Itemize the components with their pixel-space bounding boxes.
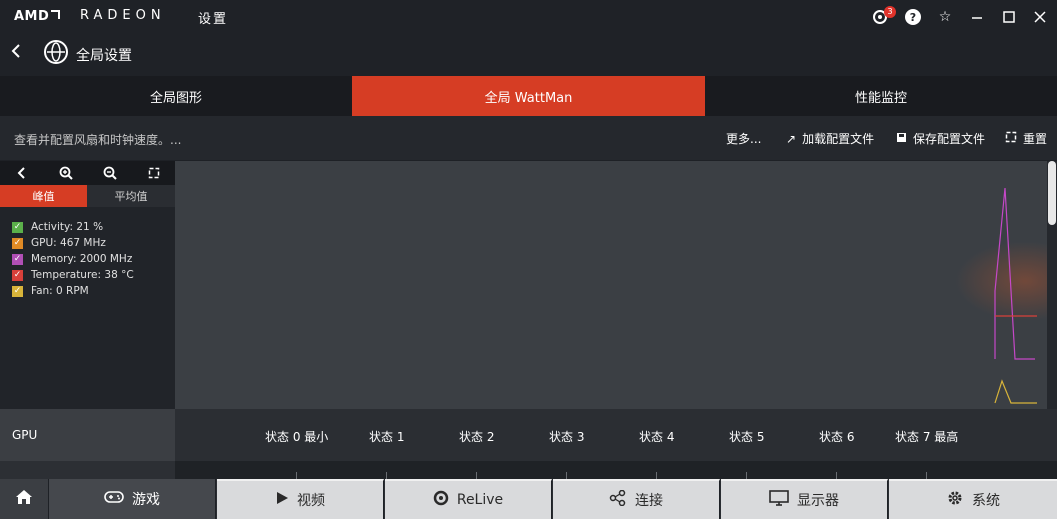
save-icon: [896, 132, 907, 146]
tab-global-wattman[interactable]: 全局 WattMan: [352, 76, 705, 116]
nav-display[interactable]: 显示器: [721, 479, 888, 519]
maximize-icon[interactable]: [999, 7, 1019, 27]
state-4: 状态 4: [639, 430, 675, 444]
nav-relive[interactable]: ReLive: [385, 479, 552, 519]
checkbox-icon[interactable]: ✓: [12, 285, 23, 297]
nav-home[interactable]: [0, 479, 49, 519]
wattman-graph[interactable]: [175, 161, 1047, 409]
help-icon[interactable]: ?: [903, 7, 923, 27]
play-icon: [275, 491, 289, 509]
page-title: 全局设置: [76, 48, 132, 64]
state-tick: [566, 472, 567, 479]
legend-temperature[interactable]: ✓ Temperature: 38 °C: [12, 269, 134, 281]
header-bar: [0, 34, 1057, 76]
monitor-icon: [769, 490, 789, 510]
relive-icon: [433, 490, 449, 510]
state-7: 状态 7 最高: [895, 430, 959, 444]
tab-global-graphics[interactable]: 全局图形: [0, 76, 352, 116]
home-icon: [15, 489, 33, 509]
zoom-out-icon[interactable]: [88, 161, 131, 185]
state-2: 状态 2: [459, 430, 495, 444]
save-profile-button[interactable]: 保存配置文件: [896, 130, 985, 147]
globe-icon: [44, 40, 68, 64]
checkbox-icon[interactable]: ✓: [12, 237, 23, 249]
amd-logo-text: AMD: [14, 9, 50, 24]
memory-line: [994, 187, 1035, 360]
amd-logo: AMD: [14, 9, 61, 24]
app-name: 设置: [198, 12, 229, 27]
more-button[interactable]: 更多...: [726, 130, 761, 147]
state-tick: [386, 472, 387, 479]
legend-fan[interactable]: ✓ Fan: 0 RPM: [12, 285, 89, 297]
reset-icon: [1005, 131, 1017, 146]
state-3: 状态 3: [549, 430, 585, 444]
nav-video[interactable]: 视频: [217, 479, 384, 519]
state-tick: [656, 472, 657, 479]
close-icon[interactable]: [1030, 7, 1050, 27]
share-icon: [609, 489, 627, 510]
load-icon: ↗: [786, 131, 797, 146]
legend-label: Activity: 21 %: [31, 221, 104, 233]
legend-label: Fan: 0 RPM: [31, 285, 89, 297]
zoom-in-icon[interactable]: [44, 161, 87, 185]
legend-label: Memory: 2000 MHz: [31, 253, 133, 265]
nav-label: 显示器: [797, 493, 839, 509]
back-arrow-icon[interactable]: [10, 43, 22, 64]
gear-icon: [946, 489, 964, 511]
page-description: 查看并配置风扇和时钟速度。...: [14, 133, 182, 147]
amd-arrow-icon: [51, 10, 61, 19]
nav-label: 系统: [972, 493, 1000, 509]
star-icon[interactable]: ☆: [935, 7, 955, 27]
load-profile-label: 加载配置文件: [802, 132, 875, 146]
checkbox-icon[interactable]: ✓: [12, 253, 23, 265]
legend-gpu[interactable]: ✓ GPU: 467 MHz: [12, 237, 106, 249]
more-label: 更多...: [726, 132, 762, 146]
scrollbar-thumb[interactable]: [1048, 161, 1056, 225]
nav-label: 连接: [635, 493, 663, 509]
state-strip-label-cell: [0, 461, 175, 479]
graph-back-icon[interactable]: [0, 161, 43, 185]
state-0: 状态 0 最小: [265, 430, 329, 444]
average-toggle[interactable]: 平均值: [87, 185, 175, 207]
legend-memory[interactable]: ✓ Memory: 2000 MHz: [12, 253, 132, 265]
notification-badge: 3: [884, 6, 896, 18]
minimize-icon[interactable]: [967, 7, 987, 27]
nav-label: 视频: [297, 493, 325, 509]
reset-label: 重置: [1023, 132, 1048, 146]
svg-text:?: ?: [910, 11, 916, 24]
nav-connect[interactable]: 连接: [553, 479, 720, 519]
load-profile-button[interactable]: ↗ 加载配置文件: [786, 130, 874, 147]
peak-toggle[interactable]: 峰值: [0, 185, 87, 207]
state-6: 状态 6: [819, 430, 855, 444]
state-tick: [296, 472, 297, 479]
graph-lines: [994, 187, 1037, 404]
reset-zoom-icon[interactable]: [132, 161, 175, 185]
state-tick: [746, 472, 747, 479]
nav-label: ReLive: [456, 492, 504, 508]
save-profile-label: 保存配置文件: [913, 132, 986, 146]
state-1: 状态 1: [369, 430, 405, 444]
nav-label: 游戏: [132, 492, 160, 508]
legend-label: GPU: 467 MHz: [31, 237, 106, 249]
legend-activity[interactable]: ✓ Activity: 21 %: [12, 221, 103, 233]
nav-gaming[interactable]: 游戏: [49, 479, 216, 519]
state-tick: [476, 472, 477, 479]
state-tick: [926, 472, 927, 479]
legend-label: Temperature: 38 °C: [31, 269, 134, 281]
fan-line: [994, 379, 1037, 404]
radeon-brand: RADEON: [80, 8, 166, 23]
checkbox-icon[interactable]: ✓: [12, 221, 23, 233]
checkbox-icon[interactable]: ✓: [12, 269, 23, 281]
state-tick: [836, 472, 837, 479]
reset-button[interactable]: 重置: [1005, 130, 1047, 147]
gamepad-icon: [104, 490, 124, 508]
gpu-label: GPU: [12, 428, 38, 442]
state-5: 状态 5: [729, 430, 765, 444]
nav-system[interactable]: 系统: [889, 479, 1057, 519]
tab-performance-monitor[interactable]: 性能监控: [705, 76, 1057, 116]
